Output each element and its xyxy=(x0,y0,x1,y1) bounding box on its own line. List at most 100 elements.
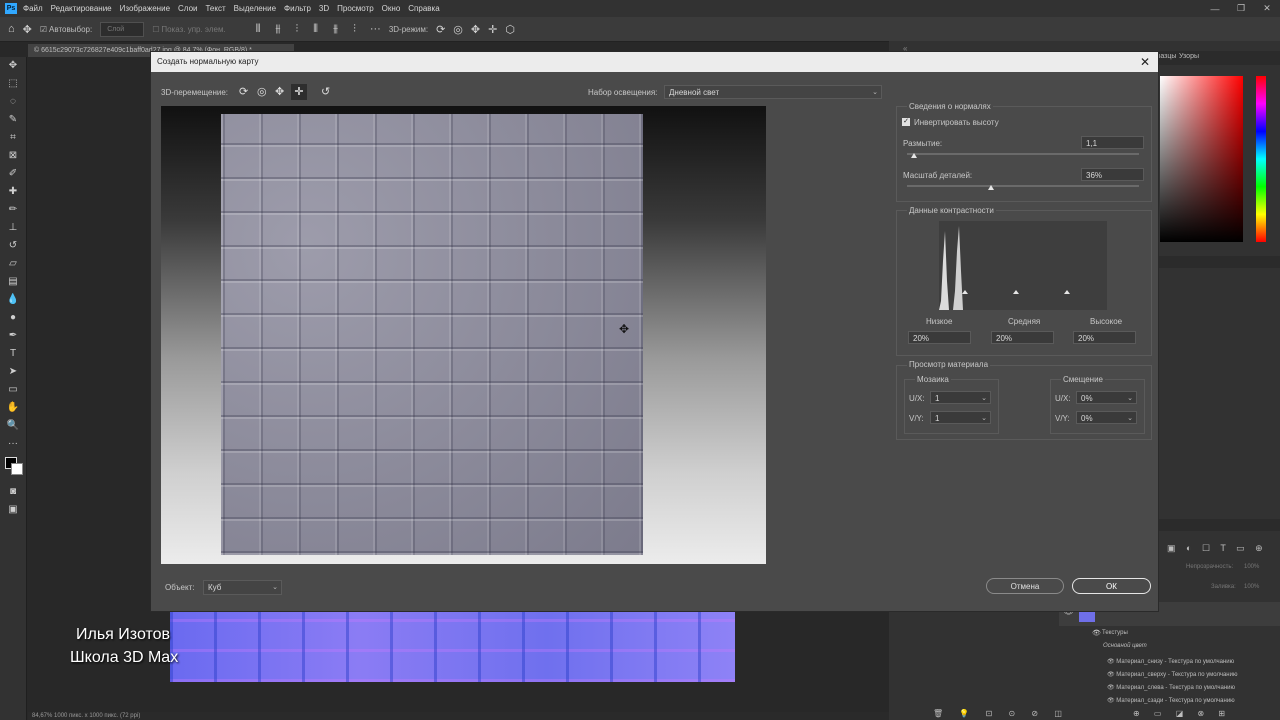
move-tool-icon[interactable]: ✥ xyxy=(23,23,32,36)
crop-tool-icon[interactable]: ⌗ xyxy=(0,129,26,147)
cancel-button[interactable]: Отмена xyxy=(986,578,1064,594)
eraser-tool-icon[interactable]: ▱ xyxy=(0,255,26,273)
normal-map-canvas-image xyxy=(170,608,735,682)
offset-u-input[interactable]: 0% ⌄ xyxy=(1076,391,1137,404)
menu-edit[interactable]: Редактирование xyxy=(51,4,112,13)
hand-tool-icon[interactable]: ✋ xyxy=(0,399,26,417)
3d-pan-icon[interactable]: ✥ xyxy=(275,85,284,98)
close-window-icon[interactable]: ✕ xyxy=(1254,3,1280,14)
color-swatches-icon[interactable] xyxy=(0,453,26,483)
3d-preview-viewport[interactable]: ✥ xyxy=(161,106,766,564)
brush-tool-icon[interactable]: ✏ xyxy=(0,201,26,219)
3d-slide-icon[interactable]: ✛ xyxy=(488,23,497,36)
texture-item[interactable]: 👁 Материал_сверху - Текстура по умолчани… xyxy=(1107,669,1237,678)
autoselect-dropdown[interactable]: Слой xyxy=(100,21,145,37)
chevron-down-icon: ⌄ xyxy=(1127,395,1133,402)
menu-window[interactable]: Окно xyxy=(382,4,401,13)
3d-roll-icon[interactable]: ◎ xyxy=(453,23,463,36)
3d-scale-icon[interactable]: ⬡ xyxy=(505,23,515,36)
align-icons[interactable]: ⫴ ⫵ ⫶ ⫴ ⫵ ⫶ xyxy=(256,23,362,36)
mosaic-u-input[interactable]: 1 ⌄ xyxy=(930,391,991,404)
contrast-low-label: Низкое xyxy=(926,317,953,326)
blur-slider-track[interactable] xyxy=(907,153,1139,155)
dodge-tool-icon[interactable]: ● xyxy=(0,309,26,327)
eye-icon[interactable]: 👁 xyxy=(1107,685,1116,691)
more-tools-icon[interactable]: ··· xyxy=(0,435,26,453)
panel-tab-patterns[interactable]: Узоры xyxy=(1179,53,1199,60)
reset-view-icon[interactable]: ↺ xyxy=(321,85,330,98)
contrast-mid-input[interactable]: 20% xyxy=(991,331,1054,344)
mosaic-v-value: 1 xyxy=(935,414,940,423)
zoom-tool-icon[interactable]: 🔍 xyxy=(0,417,26,435)
blur-slider-knob[interactable] xyxy=(910,153,917,158)
menu-select[interactable]: Выделение xyxy=(234,4,276,13)
contrast-high-label: Высокое xyxy=(1090,317,1123,326)
contrast-histogram[interactable] xyxy=(939,221,1107,310)
layer-tool-icons[interactable]: ▣ ◐ ☐ T ▭ ⊕ xyxy=(1167,543,1267,554)
maximize-icon[interactable]: ❐ xyxy=(1228,3,1254,14)
contrast-high-input[interactable]: 20% xyxy=(1073,331,1136,344)
blur-tool-icon[interactable]: 💧 xyxy=(0,291,26,309)
mode-3d-label: 3D-режим: xyxy=(388,24,429,34)
more-options-icon[interactable]: ··· xyxy=(370,23,381,35)
menu-filter[interactable]: Фильтр xyxy=(284,4,311,13)
menu-3d[interactable]: 3D xyxy=(319,4,329,13)
invert-height-checkbox[interactable]: ✓ xyxy=(902,118,910,126)
pen-tool-icon[interactable]: ✒ xyxy=(0,327,26,345)
menu-view[interactable]: Просмотр xyxy=(337,4,374,13)
offset-v-input[interactable]: 0% ⌄ xyxy=(1076,411,1137,424)
fill-value[interactable]: 100% xyxy=(1244,584,1259,590)
eye-icon[interactable]: 👁 xyxy=(1107,672,1116,678)
menu-layers[interactable]: Слои xyxy=(178,4,197,13)
layers-footer-icons[interactable]: 🗑 💡 ⊡ ⊙ ⊘ ◫ xyxy=(933,709,1069,718)
eye-icon[interactable]: 👁 xyxy=(1092,629,1101,637)
lasso-tool-icon[interactable]: ◌ xyxy=(0,93,26,111)
3d-slide-icon[interactable]: ✛ xyxy=(291,84,307,100)
dialog-close-icon[interactable]: ✕ xyxy=(1140,52,1150,72)
healing-brush-icon[interactable]: ✚ xyxy=(0,183,26,201)
texture-item[interactable]: 👁 Материал_сзади - Текстура по умолчанию xyxy=(1107,695,1235,704)
ok-button[interactable]: ОК xyxy=(1072,578,1151,594)
hue-slider[interactable] xyxy=(1256,76,1266,242)
color-picker-field[interactable] xyxy=(1160,76,1243,242)
marquee-tool-icon[interactable]: ⬚ xyxy=(0,75,26,93)
layers-footer-icons-right[interactable]: ⊕ ▭ ◪ ⊗ ⊞ xyxy=(1133,709,1231,718)
texture-item[interactable]: 👁 Материал_снизу - Текстура по умолчанию xyxy=(1107,656,1234,665)
minimize-icon[interactable]: — xyxy=(1202,4,1228,14)
frame-tool-icon[interactable]: ⊠ xyxy=(0,147,26,165)
blur-input[interactable]: 1,1 xyxy=(1081,136,1144,149)
detail-slider-track[interactable] xyxy=(907,185,1139,187)
quick-select-icon[interactable]: ✎ xyxy=(0,111,26,129)
show-controls-checkbox-icon[interactable]: ☐ xyxy=(152,25,159,34)
stamp-tool-icon[interactable]: ⊥ xyxy=(0,219,26,237)
texture-item[interactable]: 👁 Материал_слева - Текстура по умолчанию xyxy=(1107,682,1235,691)
eyedropper-icon[interactable]: ✐ xyxy=(0,165,26,183)
menu-text[interactable]: Текст xyxy=(205,4,225,13)
move-tool-icon[interactable]: ✥ xyxy=(0,57,26,75)
3d-pan-icon[interactable]: ✥ xyxy=(471,23,480,36)
lighting-dropdown[interactable]: Дневной свет ⌄ xyxy=(664,85,882,99)
quick-mask-icon[interactable]: ◙ xyxy=(0,483,26,501)
3d-orbit-icon[interactable]: ⟳ xyxy=(436,23,445,36)
contrast-low-input[interactable]: 20% xyxy=(908,331,971,344)
object-dropdown[interactable]: Куб ⌄ xyxy=(203,580,282,595)
eye-icon[interactable]: 👁 xyxy=(1107,698,1116,704)
detail-slider-knob[interactable] xyxy=(987,185,994,190)
menu-image[interactable]: Изображение xyxy=(120,4,170,13)
detail-scale-input[interactable]: 36% xyxy=(1081,168,1144,181)
home-icon[interactable]: ⌂ xyxy=(8,23,15,35)
type-tool-icon[interactable]: T xyxy=(0,345,26,363)
3d-orbit-icon[interactable]: ⟳ xyxy=(239,85,248,98)
history-brush-icon[interactable]: ↺ xyxy=(0,237,26,255)
checkbox-icon[interactable]: ☑ xyxy=(40,25,47,34)
eye-icon[interactable]: 👁 xyxy=(1107,659,1116,665)
screen-mode-icon[interactable]: ▣ xyxy=(0,501,26,519)
mosaic-v-input[interactable]: 1 ⌄ xyxy=(930,411,991,424)
3d-roll-icon[interactable]: ◎ xyxy=(257,85,267,98)
gradient-tool-icon[interactable]: ▤ xyxy=(0,273,26,291)
shape-tool-icon[interactable]: ▭ xyxy=(0,381,26,399)
menu-file[interactable]: Файл xyxy=(23,4,43,13)
menu-help[interactable]: Справка xyxy=(408,4,439,13)
path-select-icon[interactable]: ➤ xyxy=(0,363,26,381)
opacity-value[interactable]: 100% xyxy=(1244,564,1259,570)
